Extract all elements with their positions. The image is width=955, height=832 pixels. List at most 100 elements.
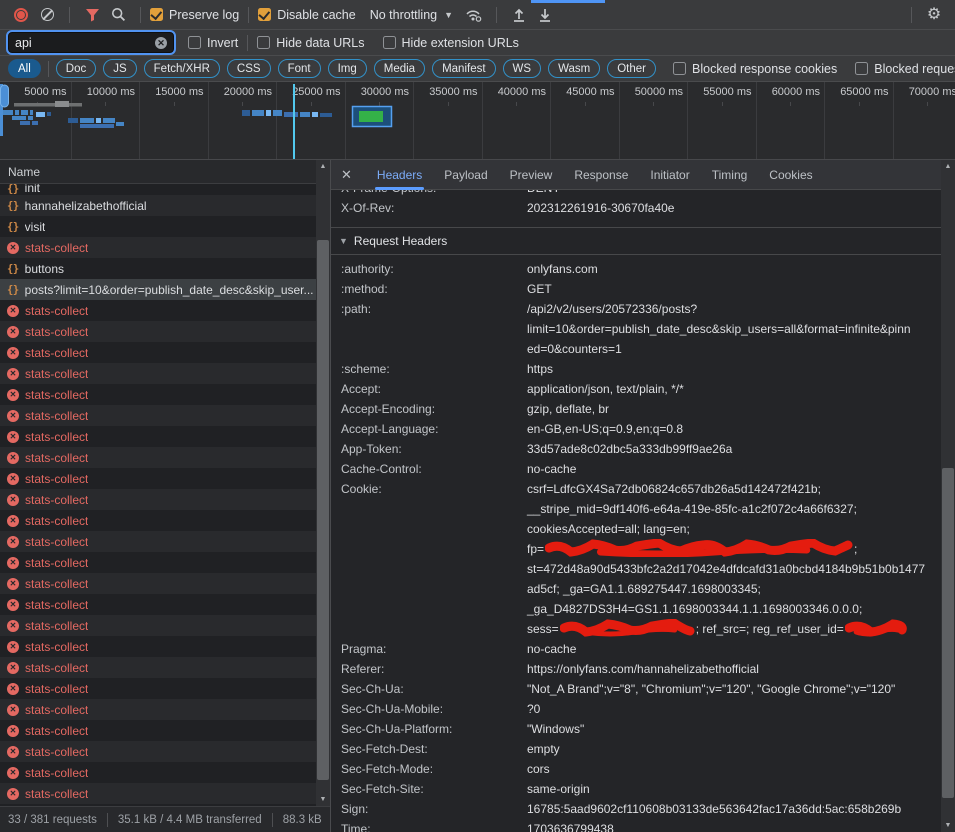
header-value[interactable]: csrf=LdfcGX4Sa72db06824c657db26a5d142472… — [527, 479, 941, 639]
header-value[interactable]: application/json, text/plain, */* — [527, 379, 941, 399]
filter-pill-font[interactable]: Font — [278, 59, 321, 78]
filter-pill-fetchxhr[interactable]: Fetch/XHR — [144, 59, 220, 78]
header-value[interactable]: en-GB,en-US;q=0.9,en;q=0.8 — [527, 419, 941, 439]
request-row[interactable]: ✕stats-collect — [0, 573, 316, 594]
filter-pill-js[interactable]: JS — [103, 59, 136, 78]
request-row[interactable]: ✕stats-collect — [0, 762, 316, 783]
filter-pill-media[interactable]: Media — [374, 59, 425, 78]
request-row[interactable]: ✕stats-collect — [0, 720, 316, 741]
import-har-button[interactable] — [506, 3, 532, 27]
disable-cache-checkbox[interactable]: Disable cache — [258, 8, 356, 22]
clear-filter-icon[interactable]: ✕ — [155, 37, 167, 49]
request-row[interactable]: ✕stats-collect — [0, 510, 316, 531]
scroll-up-icon[interactable]: ▲ — [941, 163, 955, 170]
request-row[interactable]: ✕stats-collect — [0, 594, 316, 615]
filter-pill-ws[interactable]: WS — [503, 59, 542, 78]
scroll-up-icon[interactable]: ▲ — [316, 163, 330, 170]
request-row[interactable]: ✕stats-collect — [0, 531, 316, 552]
request-row[interactable]: ✕stats-collect — [0, 741, 316, 762]
request-row[interactable]: ✕stats-collect — [0, 405, 316, 426]
request-row[interactable]: {}visit — [0, 216, 316, 237]
search-button[interactable] — [105, 3, 131, 27]
request-row[interactable]: ✕stats-collect — [0, 552, 316, 573]
header-value[interactable]: cors — [527, 759, 941, 779]
header-value[interactable]: "Windows" — [527, 719, 941, 739]
request-row[interactable]: ✕stats-collect — [0, 636, 316, 657]
name-column-header[interactable]: Name — [0, 160, 330, 184]
request-row[interactable]: ✕stats-collect — [0, 426, 316, 447]
header-value[interactable]: DENY — [527, 190, 941, 198]
request-row[interactable]: ✕stats-collect — [0, 237, 316, 258]
header-value[interactable]: empty — [527, 739, 941, 759]
hide-extension-urls-checkbox[interactable]: Hide extension URLs — [383, 36, 519, 50]
preserve-log-checkbox[interactable]: Preserve log — [150, 8, 239, 22]
tab-preview[interactable]: Preview — [499, 160, 564, 190]
request-row[interactable]: ✕stats-collect — [0, 384, 316, 405]
invert-checkbox[interactable]: Invert — [188, 36, 238, 50]
filter-pill-wasm[interactable]: Wasm — [548, 59, 600, 78]
filter-pill-img[interactable]: Img — [328, 59, 367, 78]
request-row[interactable]: ✕stats-collect — [0, 468, 316, 489]
header-value[interactable]: onlyfans.com — [527, 259, 941, 279]
header-value[interactable]: gzip, deflate, br — [527, 399, 941, 419]
header-value[interactable]: no-cache — [527, 639, 941, 659]
tab-response[interactable]: Response — [563, 160, 639, 190]
clear-button[interactable] — [34, 3, 60, 27]
header-value[interactable]: GET — [527, 279, 941, 299]
filter-pill-manifest[interactable]: Manifest — [432, 59, 495, 78]
request-row[interactable]: ✕stats-collect — [0, 615, 316, 636]
request-row[interactable]: {}init — [0, 184, 316, 195]
header-value[interactable]: 202312261916-30670fa40e — [527, 198, 941, 218]
filter-pill-all[interactable]: All — [8, 59, 41, 78]
export-har-button[interactable] — [532, 3, 558, 27]
request-row[interactable]: ✕stats-collect — [0, 447, 316, 468]
scrollbar-thumb[interactable] — [317, 240, 329, 780]
network-conditions-button[interactable] — [461, 3, 487, 27]
header-value[interactable]: 33d57ade8c02dbc5a333db99ff9ae26a — [527, 439, 941, 459]
header-value[interactable]: https://onlyfans.com/hannahelizabethoffi… — [527, 659, 941, 679]
request-row[interactable]: ✕stats-collect — [0, 342, 316, 363]
tab-payload[interactable]: Payload — [433, 160, 498, 190]
request-row[interactable]: ✕stats-collect — [0, 489, 316, 510]
request-row-selected[interactable]: {}posts?limit=10&order=publish_date_desc… — [0, 279, 316, 300]
filter-pill-doc[interactable]: Doc — [56, 59, 96, 78]
request-row[interactable]: ✕stats-collect — [0, 657, 316, 678]
request-row[interactable]: ✕stats-collect — [0, 321, 316, 342]
scrollbar-thumb[interactable] — [942, 468, 954, 798]
header-value[interactable]: ?0 — [527, 699, 941, 719]
header-value[interactable]: 1703636799438 — [527, 819, 941, 832]
checkbox-blocked-requests[interactable]: Blocked requests — [855, 62, 955, 76]
header-value[interactable]: https — [527, 359, 941, 379]
settings-button[interactable]: ⚙ — [921, 3, 947, 27]
filter-pill-other[interactable]: Other — [607, 59, 656, 78]
filter-pill-css[interactable]: CSS — [227, 59, 271, 78]
request-row[interactable]: {}hannahelizabethofficial — [0, 195, 316, 216]
header-value[interactable]: /api2/v2/users/20572336/posts?limit=10&o… — [527, 299, 941, 359]
hide-data-urls-checkbox[interactable]: Hide data URLs — [257, 36, 364, 50]
checkbox-blocked-response-cookies[interactable]: Blocked response cookies — [673, 62, 837, 76]
header-value[interactable]: 16785:5aad9602cf110608b03133de563642fac1… — [527, 799, 941, 819]
record-button[interactable] — [8, 3, 34, 27]
scroll-down-icon[interactable]: ▼ — [941, 822, 955, 829]
throttling-dropdown[interactable]: No throttling ▼ — [370, 8, 453, 22]
request-row[interactable]: ✕stats-collect — [0, 300, 316, 321]
network-overview-timeline[interactable]: 5000 ms10000 ms15000 ms20000 ms25000 ms3… — [0, 82, 955, 160]
header-value[interactable]: no-cache — [527, 459, 941, 479]
close-icon[interactable]: ✕ — [341, 167, 352, 183]
filter-toggle-button[interactable] — [79, 3, 105, 27]
request-row[interactable]: {}buttons — [0, 258, 316, 279]
request-row[interactable]: ✕stats-collect — [0, 678, 316, 699]
request-row[interactable]: ✕stats-collect — [0, 783, 316, 804]
header-value[interactable]: same-origin — [527, 779, 941, 799]
header-value[interactable]: "Not_A Brand";v="8", "Chromium";v="120",… — [527, 679, 941, 699]
tab-timing[interactable]: Timing — [701, 160, 759, 190]
request-row[interactable]: ✕stats-collect — [0, 363, 316, 384]
request-row[interactable]: ✕stats-collect — [0, 699, 316, 720]
tab-cookies[interactable]: Cookies — [758, 160, 823, 190]
filter-input[interactable]: api ✕ — [8, 32, 174, 53]
scroll-down-icon[interactable]: ▼ — [316, 796, 330, 803]
tab-initiator[interactable]: Initiator — [639, 160, 700, 190]
request-headers-section-header[interactable]: ▼ Request Headers — [331, 228, 941, 255]
details-scrollbar[interactable]: ▲ ▼ — [941, 160, 955, 832]
request-list-scrollbar[interactable]: ▲ ▼ — [316, 160, 330, 806]
